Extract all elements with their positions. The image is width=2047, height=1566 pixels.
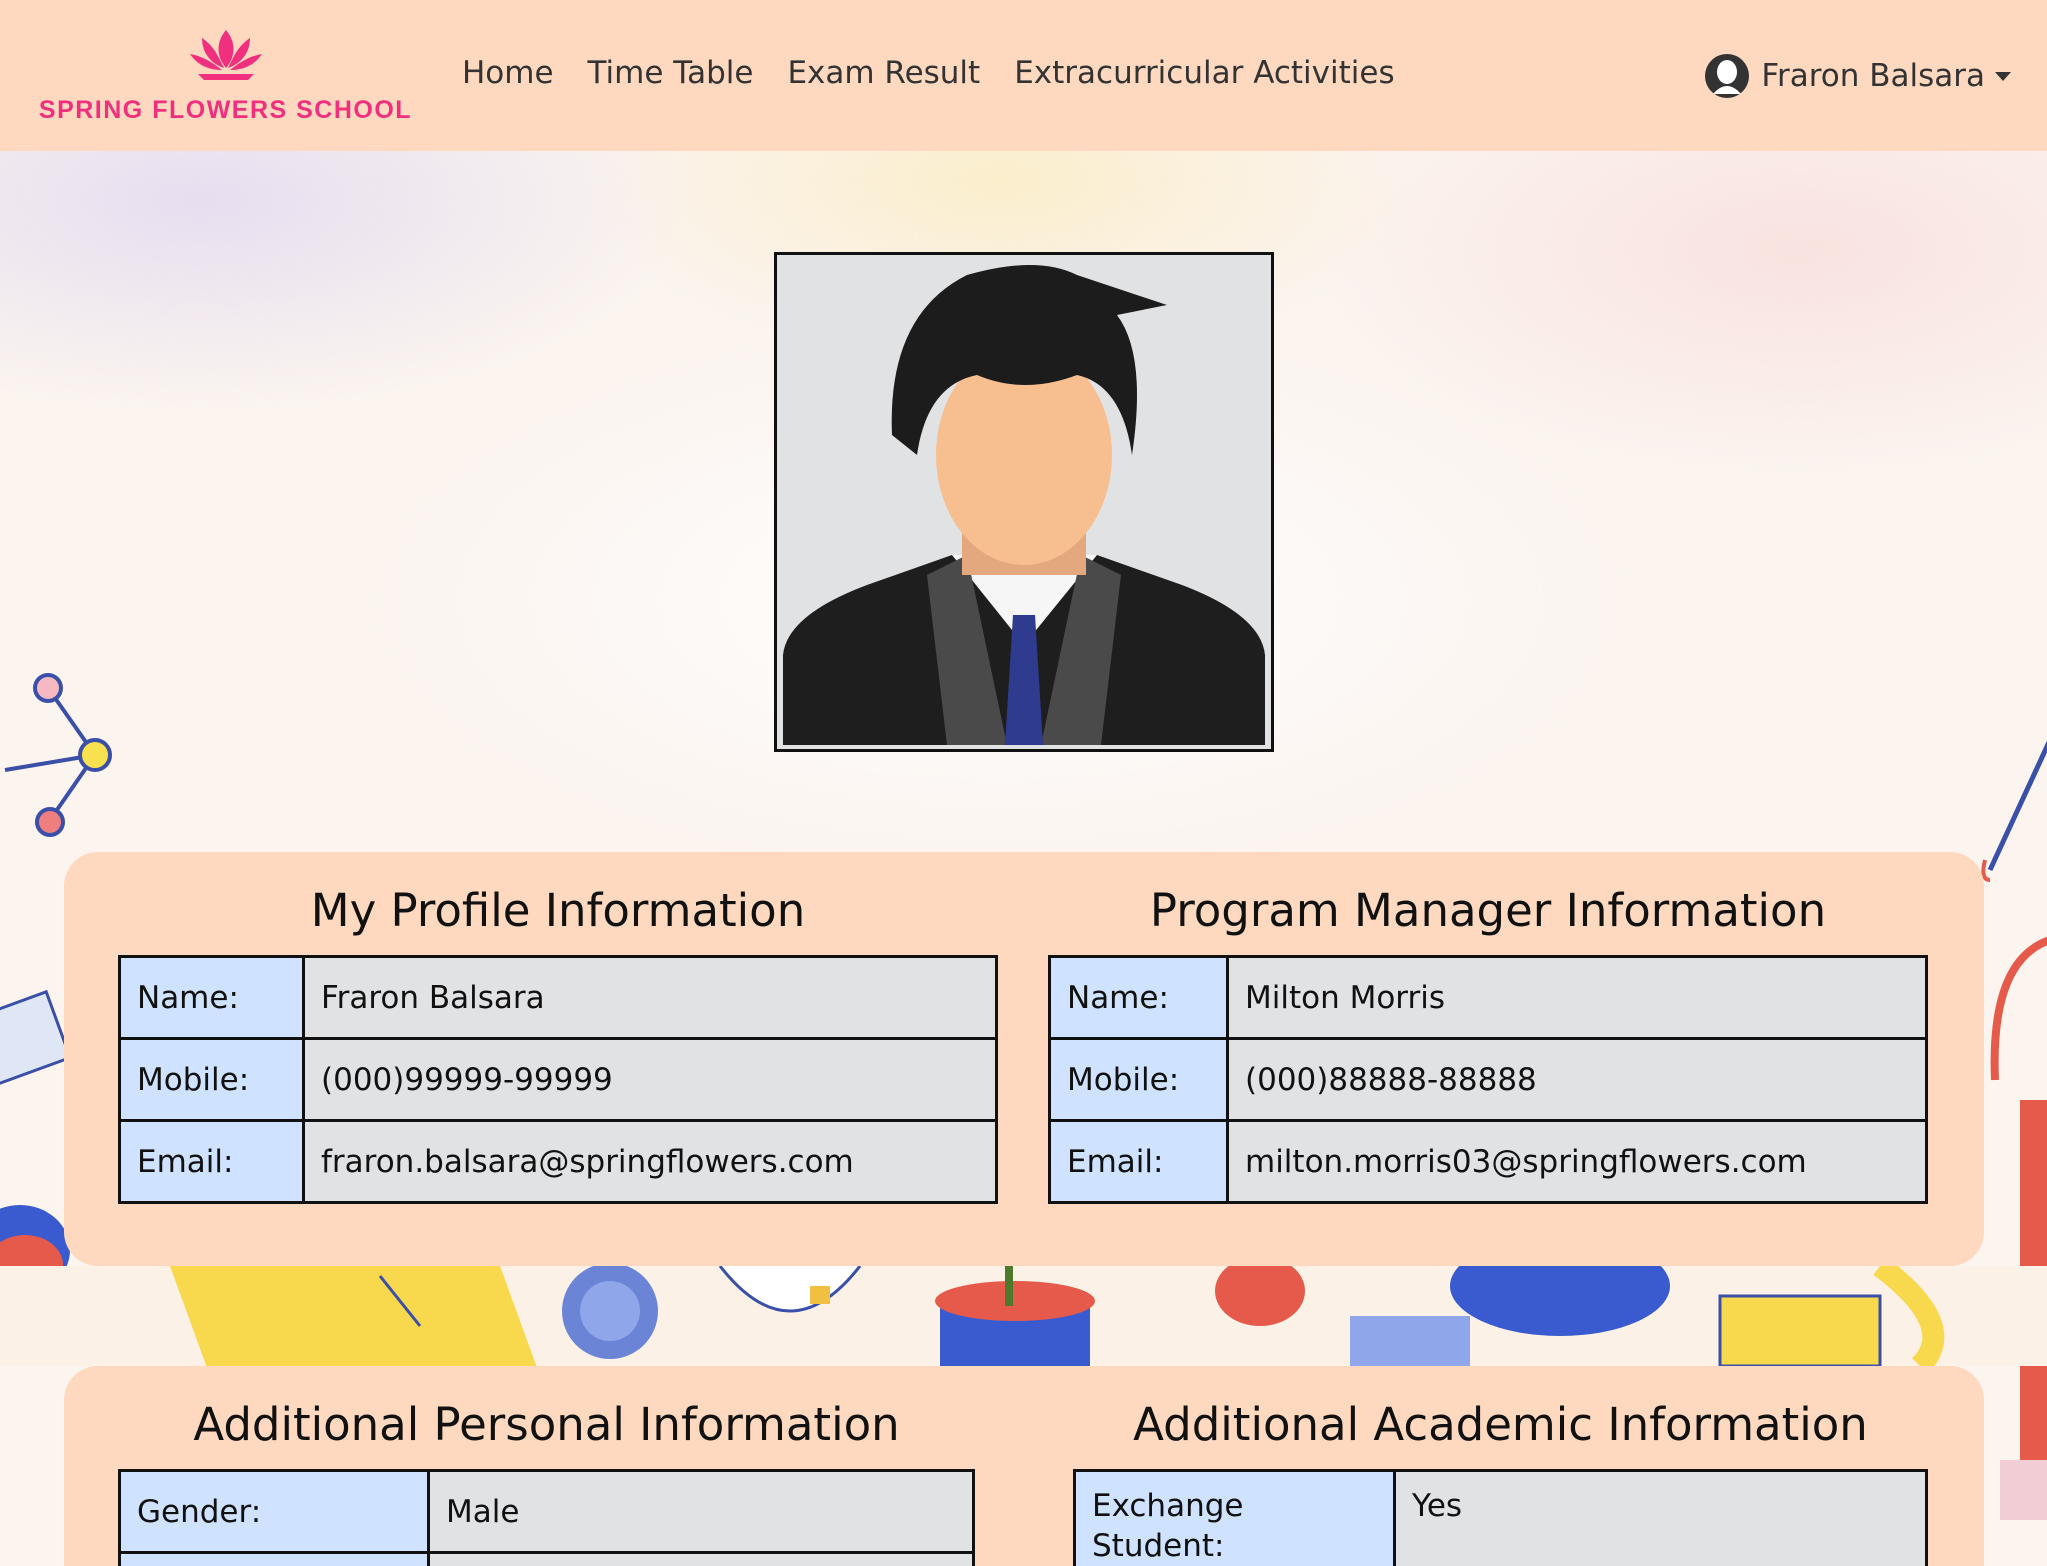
program-manager-title: Program Manager Information bbox=[1149, 884, 1827, 937]
nav-time-table-link[interactable]: Time Table bbox=[588, 55, 754, 91]
table-row: Name: Fraron Balsara bbox=[118, 955, 998, 1040]
flask-doodle-right bbox=[1990, 936, 2047, 1520]
person-avatar-icon bbox=[777, 255, 1271, 749]
program-manager-table: Name: Milton Morris Mobile: (000)88888-8… bbox=[1048, 955, 1928, 1204]
chevron-down-icon bbox=[1995, 71, 2011, 81]
nav-home-link[interactable]: Home bbox=[462, 55, 554, 91]
my-profile-title: My Profile Information bbox=[310, 884, 806, 937]
school-logo[interactable]: SPRING FLOWERS SCHOOL bbox=[28, 28, 423, 128]
additional-personal-table: Gender: Male bbox=[118, 1469, 975, 1566]
pm-email-value: milton.morris03@springflowers.com bbox=[1226, 1119, 1928, 1204]
additional-info-card: Additional Personal Information Gender: … bbox=[64, 1366, 1984, 1566]
pm-mobile-value: (000)88888-88888 bbox=[1226, 1037, 1928, 1122]
gender-label: Gender: bbox=[118, 1469, 430, 1554]
pm-mobile-label: Mobile: bbox=[1048, 1037, 1229, 1122]
table-row bbox=[118, 1551, 975, 1566]
profile-photo bbox=[774, 252, 1274, 752]
user-dropdown[interactable]: Fraron Balsara bbox=[1703, 52, 2011, 100]
ruler-doodle bbox=[0, 989, 70, 1087]
table-row: Name: Milton Morris bbox=[1048, 955, 1928, 1040]
name-value: Fraron Balsara bbox=[302, 955, 998, 1040]
exchange-student-label: Exchange Student: bbox=[1073, 1469, 1396, 1566]
exchange-student-value: Yes bbox=[1393, 1469, 1928, 1566]
user-name: Fraron Balsara bbox=[1761, 58, 1985, 94]
additional-personal-title: Additional Personal Information bbox=[193, 1398, 900, 1451]
additional-academic-table: Exchange Student: Yes bbox=[1073, 1469, 1928, 1566]
table-row: Gender: Male bbox=[118, 1469, 975, 1554]
mobile-label: Mobile: bbox=[118, 1037, 305, 1122]
lotus-icon bbox=[190, 30, 262, 80]
name-label: Name: bbox=[118, 955, 305, 1040]
top-navbar: SPRING FLOWERS SCHOOL Home Time Table Ex… bbox=[0, 0, 2047, 151]
table-row: Email: milton.morris03@springflowers.com bbox=[1048, 1119, 1928, 1204]
table-row: Mobile: (000)99999-99999 bbox=[118, 1037, 998, 1122]
user-circle-icon bbox=[1705, 54, 1750, 98]
gender-value: Male bbox=[427, 1469, 975, 1554]
row-label bbox=[118, 1551, 430, 1566]
pm-name-label: Name: bbox=[1048, 955, 1229, 1040]
school-doodle-strip bbox=[0, 1266, 2047, 1366]
profile-info-card: My Profile Information Name: Fraron Bals… bbox=[64, 852, 1984, 1266]
nav-extracurricular-link[interactable]: Extracurricular Activities bbox=[1014, 55, 1394, 91]
mobile-value: (000)99999-99999 bbox=[302, 1037, 998, 1122]
school-name: SPRING FLOWERS SCHOOL bbox=[38, 96, 413, 124]
email-value: fraron.balsara@springflowers.com bbox=[302, 1119, 998, 1204]
row-value bbox=[427, 1551, 975, 1566]
table-row: Email: fraron.balsara@springflowers.com bbox=[118, 1119, 998, 1204]
nav-exam-result-link[interactable]: Exam Result bbox=[787, 55, 980, 91]
email-label: Email: bbox=[118, 1119, 305, 1204]
molecule-doodle bbox=[4, 673, 112, 837]
pm-email-label: Email: bbox=[1048, 1119, 1229, 1204]
table-row: Mobile: (000)88888-88888 bbox=[1048, 1037, 1928, 1122]
my-profile-table: Name: Fraron Balsara Mobile: (000)99999-… bbox=[118, 955, 998, 1204]
additional-academic-title: Additional Academic Information bbox=[1133, 1398, 1868, 1451]
main-nav: Home Time Table Exam Result Extracurricu… bbox=[462, 55, 1395, 91]
pm-name-value: Milton Morris bbox=[1226, 955, 1928, 1040]
table-row: Exchange Student: Yes bbox=[1073, 1469, 1928, 1566]
